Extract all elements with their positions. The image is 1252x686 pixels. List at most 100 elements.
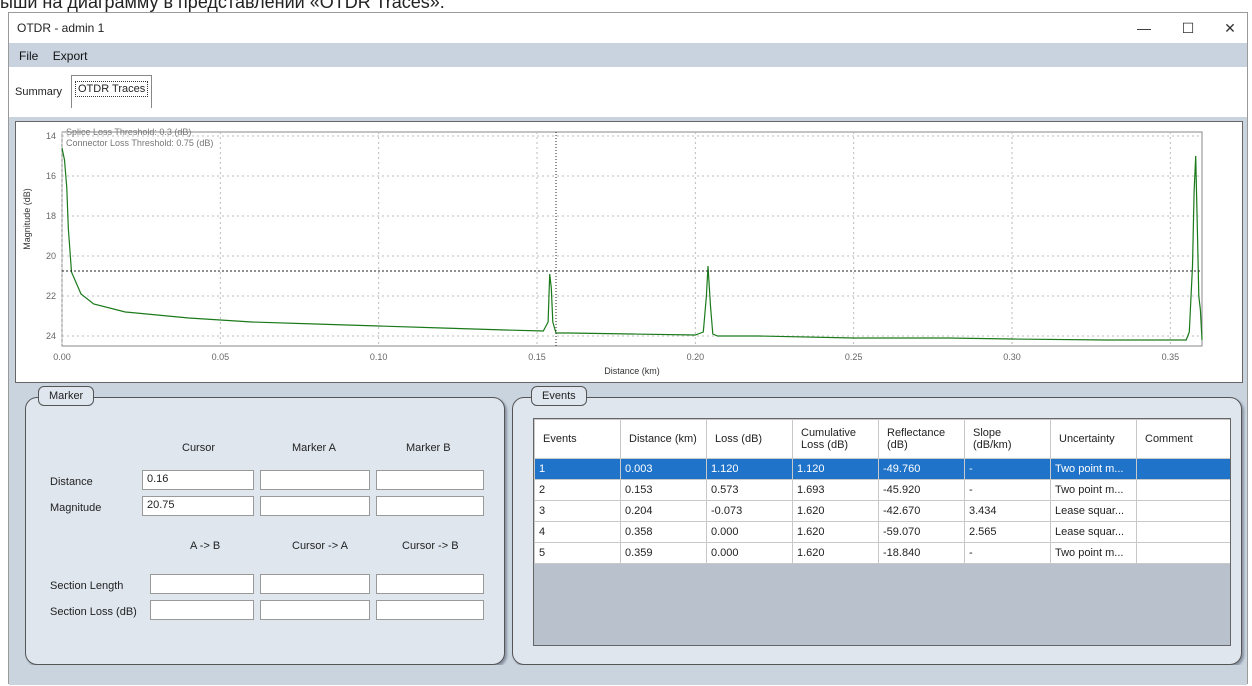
col-a-to-b: A -> B xyxy=(190,540,221,552)
table-cell: Two point m... xyxy=(1050,479,1137,501)
close-button[interactable]: ✕ xyxy=(1215,17,1245,39)
plot-area xyxy=(61,131,1203,347)
table-cell: 0.358 xyxy=(620,521,707,543)
distance-marker-a-field[interactable] xyxy=(260,470,370,490)
maximize-button[interactable]: ☐ xyxy=(1173,17,1203,39)
menu-file[interactable]: File xyxy=(19,49,38,63)
events-group-title: Events xyxy=(531,386,587,406)
table-cell: 5 xyxy=(534,542,621,564)
table-cell xyxy=(1136,479,1230,501)
window-title: OTDR - admin 1 xyxy=(17,21,105,35)
status-bar xyxy=(9,665,1247,685)
table-row[interactable]: 5 0.359 0.000 1.620 -18.840- Two point m... xyxy=(534,542,1230,564)
x-tick-label: 0.20 xyxy=(687,352,705,362)
x-tick-label: 0.30 xyxy=(1003,352,1021,362)
y-tick-label: 18 xyxy=(46,211,56,221)
tab-strip: Summary OTDR Traces xyxy=(9,67,1247,117)
events-col-header[interactable]: Cumulative Loss (dB) xyxy=(792,419,879,459)
distance-cursor-field[interactable]: 0.16 xyxy=(142,470,254,490)
tab-otdr-traces[interactable]: OTDR Traces xyxy=(71,75,153,108)
table-cell: - xyxy=(964,542,1051,564)
table-cell: 4 xyxy=(534,521,621,543)
events-group: Events Events Distance (km) Loss (dB) Cumul… xyxy=(512,386,1242,665)
tab-summary-label: Summary xyxy=(15,86,63,98)
events-col-header[interactable]: Slope (dB/km) xyxy=(964,419,1051,459)
minimize-button[interactable]: — xyxy=(1129,17,1159,39)
events-col-header[interactable]: Events xyxy=(534,419,621,459)
y-tick-label: 14 xyxy=(46,131,56,141)
section-length-cursor-b-field[interactable] xyxy=(376,574,484,594)
table-cell: Two point m... xyxy=(1050,542,1137,564)
tab-otdr-traces-label: OTDR Traces xyxy=(74,81,149,97)
table-cell xyxy=(1136,500,1230,522)
table-cell: 0.204 xyxy=(620,500,707,522)
table-cell: 0.359 xyxy=(620,542,707,564)
title-bar: OTDR - admin 1 — ☐ ✕ xyxy=(9,13,1247,43)
section-length-cursor-a-field[interactable] xyxy=(260,574,370,594)
section-length-label: Section Length xyxy=(50,580,124,592)
y-tick-label: 22 xyxy=(46,291,56,301)
table-cell: 2.565 xyxy=(964,521,1051,543)
x-tick-label: 0.00 xyxy=(53,352,71,362)
table-cell: 0.000 xyxy=(706,521,793,543)
table-cell: 1.120 xyxy=(706,458,793,480)
table-cell xyxy=(1136,458,1230,480)
threshold-annotation: Connector Loss Threshold: 0.75 (dB) xyxy=(66,138,213,148)
table-cell: 0.573 xyxy=(706,479,793,501)
table-cell: -49.760 xyxy=(878,458,965,480)
table-cell: -18.840 xyxy=(878,542,965,564)
otdr-window: OTDR - admin 1 — ☐ ✕ File Export Summary… xyxy=(8,12,1248,685)
marker-col-a: Marker A xyxy=(292,442,337,454)
menu-bar: File Export xyxy=(9,43,1247,67)
table-cell: 2 xyxy=(534,479,621,501)
table-row[interactable]: 1 0.003 1.120 1.120 -49.760- Two point m... xyxy=(534,458,1230,480)
chart-svg[interactable]: 0.00 0.05 0.10 0.15 0.20 0.25 0.30 0.35 14 16 18 20… xyxy=(16,122,1242,382)
table-cell: - xyxy=(964,479,1051,501)
section-length-ab-field[interactable] xyxy=(150,574,254,594)
table-cell: 1.120 xyxy=(792,458,879,480)
otdr-trace-chart[interactable]: 0.00 0.05 0.10 0.15 0.20 0.25 0.30 0.35 14 16 18 20… xyxy=(15,121,1243,383)
table-cell: 0.000 xyxy=(706,542,793,564)
table-cell: 1 xyxy=(534,458,621,480)
table-row[interactable]: 3 0.204 -0.073 1.620 -42.670 3.434 Lease squar… xyxy=(534,500,1230,522)
events-col-header[interactable]: Reflectance (dB) xyxy=(878,419,965,459)
magnitude-cursor-field[interactable]: 20.75 xyxy=(142,496,254,516)
events-grid[interactable]: Events Distance (km) Loss (dB) Cumulative L… xyxy=(533,418,1231,646)
table-cell: -45.920 xyxy=(878,479,965,501)
magnitude-marker-b-field[interactable] xyxy=(376,496,484,516)
magnitude-marker-a-field[interactable] xyxy=(260,496,370,516)
marker-col-b: Marker B xyxy=(406,442,451,454)
events-col-header[interactable]: Loss (dB) xyxy=(706,419,793,459)
x-tick-label: 0.05 xyxy=(212,352,230,362)
col-cursor-to-a: Cursor -> A xyxy=(292,540,348,552)
y-tick-label: 24 xyxy=(46,331,56,341)
table-cell: 1.693 xyxy=(792,479,879,501)
table-row[interactable]: 2 0.153 0.573 1.693 -45.920- Two point m... xyxy=(534,479,1230,501)
threshold-annotation: Splice Loss Threshold: 0.3 (dB) xyxy=(66,127,191,137)
table-row[interactable]: 4 0.358 0.000 1.620 -59.070 2.565 Lease squar.… xyxy=(534,521,1230,543)
menu-export[interactable]: Export xyxy=(53,49,88,63)
y-tick-label: 16 xyxy=(46,171,56,181)
events-col-header[interactable]: Comment xyxy=(1136,419,1230,459)
tab-summary[interactable]: Summary xyxy=(11,79,66,105)
distance-label: Distance xyxy=(50,476,93,488)
events-table: Events Distance (km) Loss (dB) Cumulative L… xyxy=(534,419,1230,564)
table-cell: Two point m... xyxy=(1050,458,1137,480)
events-col-header[interactable]: Uncertainty xyxy=(1050,419,1137,459)
marker-col-cursor: Cursor xyxy=(182,442,216,454)
events-col-header[interactable]: Distance (km) xyxy=(620,419,707,459)
table-cell: 3 xyxy=(534,500,621,522)
y-tick-label: 20 xyxy=(46,251,56,261)
distance-marker-b-field[interactable] xyxy=(376,470,484,490)
section-loss-cursor-b-field[interactable] xyxy=(376,600,484,620)
client-area: 0.00 0.05 0.10 0.15 0.20 0.25 0.30 0.35 14 16 18 20… xyxy=(9,117,1247,685)
table-cell: -42.670 xyxy=(878,500,965,522)
col-cursor-to-b: Cursor -> B xyxy=(402,540,459,552)
table-cell: 1.620 xyxy=(792,542,879,564)
section-loss-label: Section Loss (dB) xyxy=(50,606,137,618)
section-loss-ab-field[interactable] xyxy=(150,600,254,620)
otdr-trace-line xyxy=(61,147,1203,341)
section-loss-cursor-a-field[interactable] xyxy=(260,600,370,620)
table-cell: 0.153 xyxy=(620,479,707,501)
marker-group: Marker Cursor Marker A Marker B Distance… xyxy=(25,386,505,665)
